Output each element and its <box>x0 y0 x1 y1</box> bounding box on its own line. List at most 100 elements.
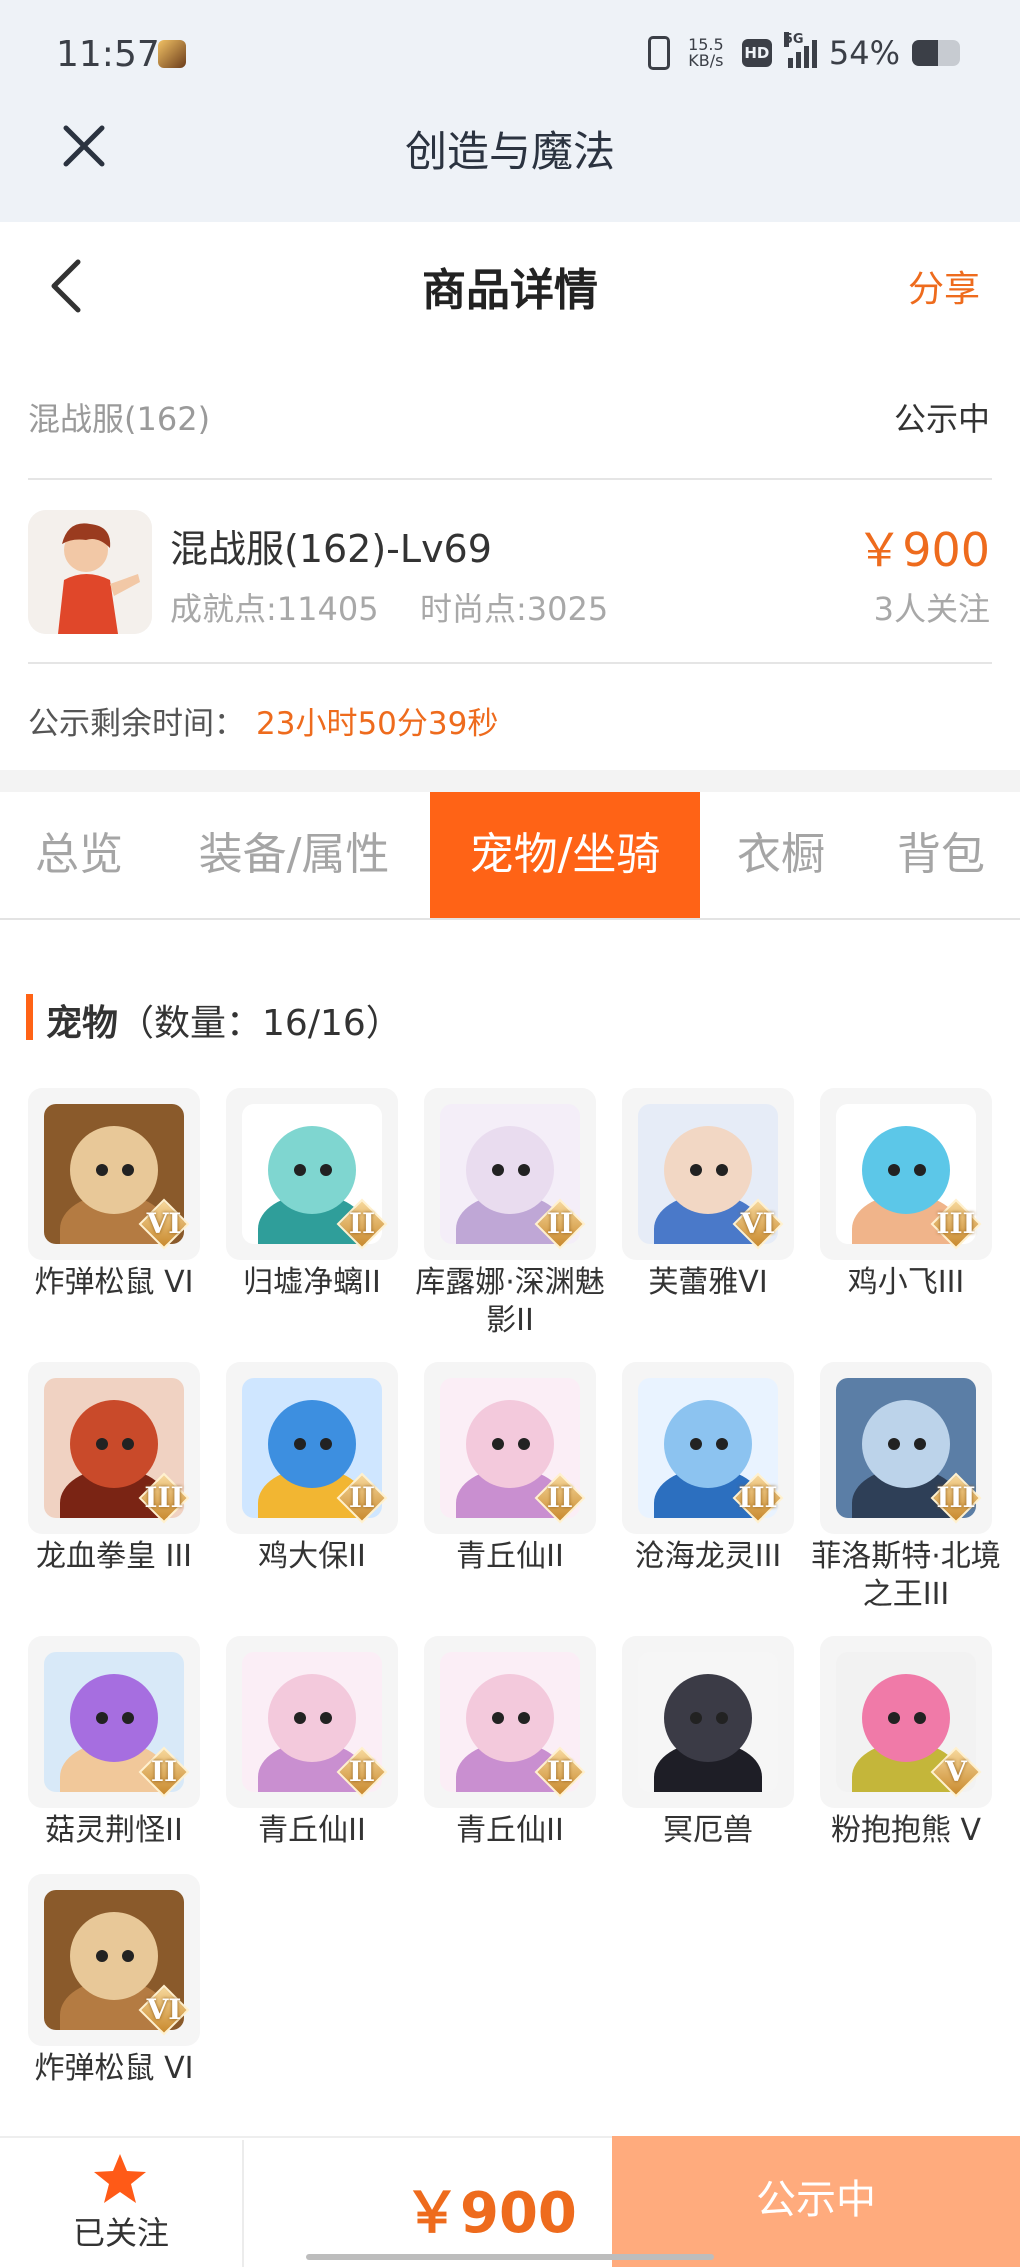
pet-card[interactable]: III 沧海龙灵III <box>622 1362 794 1576</box>
tab-wardrobe[interactable]: 衣橱 <box>700 792 862 918</box>
battery-level-fill <box>912 40 938 66</box>
pet-name: 菲洛斯特·北境之王III <box>811 1539 1001 1612</box>
section-gap <box>0 770 1020 792</box>
section-marker <box>26 994 33 1040</box>
pet-portrait: II <box>28 1636 200 1808</box>
remaining-time-label: 公示剩余时间： <box>28 706 245 742</box>
pet-name: 沧海龙灵III <box>634 1539 782 1574</box>
battery-icon <box>912 40 960 66</box>
grade-badge: II <box>534 1198 586 1250</box>
pet-portrait: II <box>424 1088 596 1260</box>
grade-badge: II <box>138 1746 190 1798</box>
game-app-icon <box>158 40 186 68</box>
pet-name: 青丘仙II <box>258 1813 366 1848</box>
signal-icon: 5G <box>783 32 817 68</box>
status-time: 11:57 <box>56 34 160 75</box>
pet-card[interactable]: III 鸡小飞III <box>820 1088 992 1302</box>
detail-tabs: 总览 装备/属性 宠物/坐骑 衣橱 背包 <box>0 792 1020 920</box>
page-title: 商品详情 <box>422 265 598 316</box>
pet-card[interactable]: VI 炸弹松鼠 VI <box>28 1874 200 2088</box>
network-speed-unit: KB/s <box>688 51 724 70</box>
pet-portrait: II <box>424 1636 596 1808</box>
pet-card[interactable]: 冥厄兽 <box>622 1636 794 1850</box>
pets-section-title: 宠物（数量：16/16） <box>46 994 402 1046</box>
pet-card[interactable]: II 菇灵荆怪II <box>28 1636 200 1850</box>
pet-card[interactable]: II 青丘仙II <box>424 1636 596 1850</box>
tab-equipment[interactable]: 装备/属性 <box>158 792 430 918</box>
pet-name: 青丘仙II <box>456 1539 564 1574</box>
pets-title: 宠物 <box>46 1003 119 1044</box>
network-type: 5G <box>783 32 804 47</box>
pet-name: 菇灵荆怪II <box>45 1813 183 1848</box>
pet-card[interactable]: III 菲洛斯特·北境之王III <box>811 1362 1001 1614</box>
achievement-points: 成就点:11405 <box>170 590 379 628</box>
pet-name: 粉抱抱熊 V <box>830 1813 982 1848</box>
tab-pets-mounts[interactable]: 宠物/坐骑 <box>430 792 700 918</box>
remaining-time-value: 23小时50分39秒 <box>256 706 499 742</box>
home-indicator[interactable] <box>306 2254 714 2260</box>
pet-portrait: V <box>820 1636 992 1808</box>
pet-portrait: III <box>622 1362 794 1534</box>
pet-portrait: II <box>226 1362 398 1534</box>
share-button[interactable]: 分享 <box>908 260 980 312</box>
pet-name: 青丘仙II <box>456 1813 564 1848</box>
pet-name: 炸弹松鼠 VI <box>34 2051 194 2086</box>
pet-card[interactable]: VI 芙蕾雅VI <box>622 1088 794 1302</box>
grade-badge: V <box>930 1746 982 1798</box>
pet-name: 鸡小飞III <box>847 1265 965 1300</box>
pet-name: 冥厄兽 <box>663 1813 753 1848</box>
pet-name: 龙血拳皇 III <box>35 1539 193 1574</box>
pet-card[interactable]: II 青丘仙II <box>226 1636 398 1850</box>
bottom-price: ￥900 <box>404 2181 577 2246</box>
pet-name: 库露娜·深渊魅影II <box>415 1265 605 1338</box>
pet-image <box>638 1652 778 1792</box>
pet-portrait: III <box>820 1088 992 1260</box>
pet-card[interactable]: VI 炸弹松鼠 VI <box>28 1088 200 1302</box>
status-icons: 15.5 KB/s HD 5G 54% <box>647 32 960 72</box>
pet-portrait: VI <box>622 1088 794 1260</box>
fashion-points: 时尚点:3025 <box>420 590 609 628</box>
vibrate-icon <box>647 36 670 70</box>
follow-label: 已关注 <box>72 2214 169 2252</box>
divider <box>242 2140 244 2267</box>
pet-portrait: VI <box>28 1874 200 2046</box>
grade-badge: VI <box>732 1198 784 1250</box>
pet-name: 芙蕾雅VI <box>648 1265 768 1300</box>
status-button[interactable]: 公示中 <box>612 2136 1020 2267</box>
grade-badge: II <box>534 1472 586 1524</box>
grade-badge: III <box>930 1198 982 1250</box>
listing-price: ￥900 <box>856 523 990 577</box>
network-speed: 15.5 KB/s <box>682 37 730 69</box>
app-title: 创造与魔法 <box>404 127 615 176</box>
pet-card[interactable]: III 龙血拳皇 III <box>28 1362 200 1576</box>
star-icon[interactable] <box>92 2152 148 2206</box>
pet-portrait: II <box>424 1362 596 1534</box>
pets-count: （数量：16/16） <box>118 1003 402 1044</box>
divider <box>28 662 992 664</box>
hd-icon: HD <box>741 39 772 67</box>
pet-portrait: II <box>226 1088 398 1260</box>
pet-portrait: III <box>820 1362 992 1534</box>
pet-portrait: VI <box>28 1088 200 1260</box>
pet-name: 炸弹松鼠 VI <box>34 1265 194 1300</box>
divider <box>28 478 992 480</box>
pet-name: 归墟净螭II <box>243 1265 381 1300</box>
pet-card[interactable]: II 青丘仙II <box>424 1362 596 1576</box>
pet-name: 鸡大保II <box>258 1539 366 1574</box>
grade-badge: III <box>138 1472 190 1524</box>
grade-badge: VI <box>138 1984 190 2036</box>
listing-status: 公示中 <box>893 400 990 438</box>
pet-portrait: II <box>226 1636 398 1808</box>
grade-badge: II <box>336 1472 388 1524</box>
character-name: 混战服(162)-Lv69 <box>170 527 492 571</box>
pet-card[interactable]: II 鸡大保II <box>226 1362 398 1576</box>
grade-badge: III <box>930 1472 982 1524</box>
pet-card[interactable]: II 库露娜·深渊魅影II <box>415 1088 605 1340</box>
pet-card[interactable]: II 归墟净螭II <box>226 1088 398 1302</box>
grade-badge: II <box>336 1746 388 1798</box>
pet-card[interactable]: V 粉抱抱熊 V <box>820 1636 992 1850</box>
grade-badge: II <box>336 1198 388 1250</box>
tab-bag[interactable]: 背包 <box>862 792 1020 918</box>
grade-badge: III <box>732 1472 784 1524</box>
tab-overview[interactable]: 总览 <box>0 792 158 918</box>
